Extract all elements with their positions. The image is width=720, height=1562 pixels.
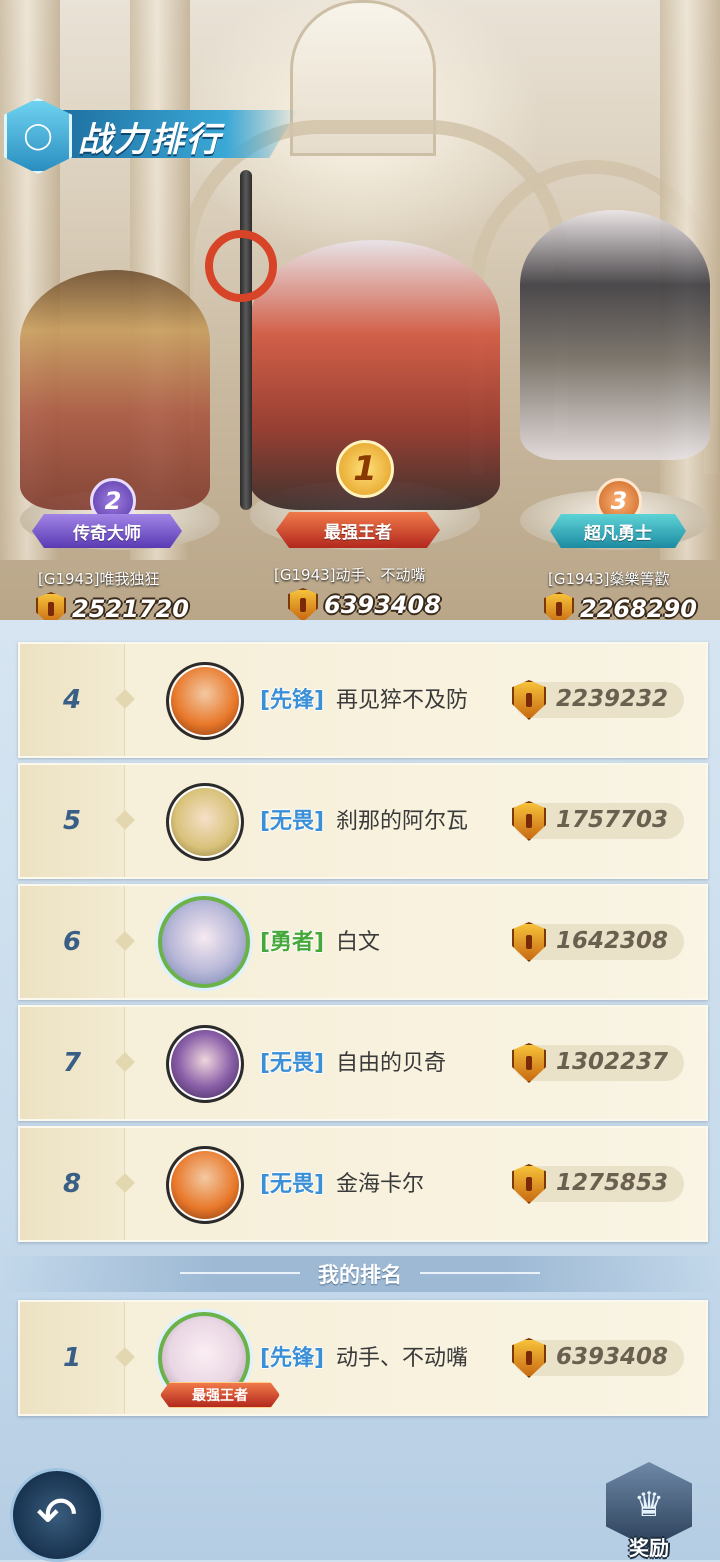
power-shield-icon <box>512 1164 546 1204</box>
my-rank-row[interactable]: 1 最强王者 [先锋] 动手、不动嘴 6393408 <box>18 1300 708 1416</box>
row-rank: 8 <box>62 1169 82 1199</box>
guild-tag: [勇者] <box>260 930 325 955</box>
power-pill: 2239232 <box>512 680 684 720</box>
divider-ornament-left <box>180 1272 300 1274</box>
power-value: 1757703 <box>556 807 669 833</box>
player-name: 白文 <box>336 930 381 955</box>
page-title: 战力排行 <box>78 120 222 160</box>
rank-1-player-name[interactable]: [G1943]动手、不动嘴 <box>274 564 426 585</box>
row-rank: 6 <box>62 927 82 957</box>
table-row[interactable]: 4 [先锋] 再见猝不及防 2239232 <box>18 642 708 758</box>
power-pill: 6393408 <box>512 1338 684 1378</box>
power-value: 6393408 <box>556 1344 669 1370</box>
guild-tag: [先锋] <box>260 1346 325 1371</box>
avatar[interactable] <box>166 662 244 740</box>
podium-scene: 2 1 3 传奇大师 最强王者 超凡勇士 [G1943]唯我独狂 [G1943]… <box>0 0 720 640</box>
power-shield-icon <box>512 680 546 720</box>
avatar[interactable] <box>166 1025 244 1103</box>
power-pill: 1302237 <box>512 1043 684 1083</box>
guild-tag: [无畏] <box>260 1051 325 1076</box>
player-name: 再见猝不及防 <box>336 688 469 713</box>
avatar[interactable] <box>166 1146 244 1224</box>
power-shield-icon <box>512 922 546 962</box>
power-pill: 1757703 <box>512 801 684 841</box>
rank-3-player-name[interactable]: [G1943]燊樂箐歡 <box>548 568 670 589</box>
power-value: 1275853 <box>556 1170 669 1196</box>
power-shield-icon <box>512 801 546 841</box>
my-rank-label: 我的排名 <box>318 1263 402 1287</box>
power-pill: 1275853 <box>512 1164 684 1204</box>
my-rank-divider: 我的排名 <box>0 1256 720 1292</box>
back-arrow-icon: ↶ <box>36 1486 78 1544</box>
hero-figure-rank-3[interactable] <box>520 210 710 460</box>
avatar[interactable] <box>158 896 250 988</box>
row-rank: 4 <box>62 685 82 715</box>
ranking-emblem-icon: ◯ <box>4 98 72 174</box>
my-title-badge: 最强王者 <box>160 1382 280 1408</box>
power-shield-icon <box>512 1043 546 1083</box>
rank-3-title: 超凡勇士 <box>550 514 686 548</box>
power-value: 1642308 <box>556 928 669 954</box>
player-name: 动手、不动嘴 <box>336 1346 469 1371</box>
rank-1-power-value: 6393408 <box>324 591 441 619</box>
rank-3-power-value: 2268290 <box>580 595 697 623</box>
player-name: 金海卡尔 <box>336 1172 425 1197</box>
table-row[interactable]: 5 [无畏] 刹那的阿尔瓦 1757703 <box>18 763 708 879</box>
avatar[interactable] <box>166 783 244 861</box>
row-rank: 5 <box>62 806 82 836</box>
reward-button[interactable]: ♛ 奖励 <box>606 1462 692 1560</box>
bell-ring-decoration <box>205 230 277 302</box>
table-row[interactable]: 7 [无畏] 自由的贝奇 1302237 <box>18 1005 708 1121</box>
power-value: 2239232 <box>556 686 669 712</box>
player-name: 刹那的阿尔瓦 <box>336 809 469 834</box>
guild-tag: [先锋] <box>260 688 325 713</box>
player-name: 自由的贝奇 <box>336 1051 447 1076</box>
reward-label: 奖励 <box>629 1536 669 1560</box>
bell-staff-decoration <box>240 170 252 510</box>
row-rank: 1 <box>62 1343 82 1373</box>
row-rank: 7 <box>62 1048 82 1078</box>
rank-2-power-value: 2521720 <box>72 595 189 623</box>
guild-tag: [无畏] <box>260 1172 325 1197</box>
power-pill: 1642308 <box>512 922 684 962</box>
table-row[interactable]: 6 [勇者] 白文 1642308 <box>18 884 708 1000</box>
rank-2-title: 传奇大师 <box>32 514 182 548</box>
rank-1-power: 6393408 <box>288 588 441 622</box>
rank-2-player-name[interactable]: [G1943]唯我独狂 <box>38 568 160 589</box>
power-shield-icon <box>512 1338 546 1378</box>
back-button[interactable]: ↶ <box>10 1468 104 1562</box>
power-value: 1302237 <box>556 1049 669 1075</box>
power-shield-icon <box>288 588 318 622</box>
page-title-banner: ◯ 战力排行 <box>0 98 300 174</box>
hero-figure-rank-2[interactable] <box>20 270 210 510</box>
rank-1-medal-icon: 1 <box>336 440 394 498</box>
table-row[interactable]: 8 [无畏] 金海卡尔 1275853 <box>18 1126 708 1242</box>
divider-ornament-right <box>420 1272 540 1274</box>
rank-1-title: 最强王者 <box>276 512 440 548</box>
guild-tag: [无畏] <box>260 809 325 834</box>
